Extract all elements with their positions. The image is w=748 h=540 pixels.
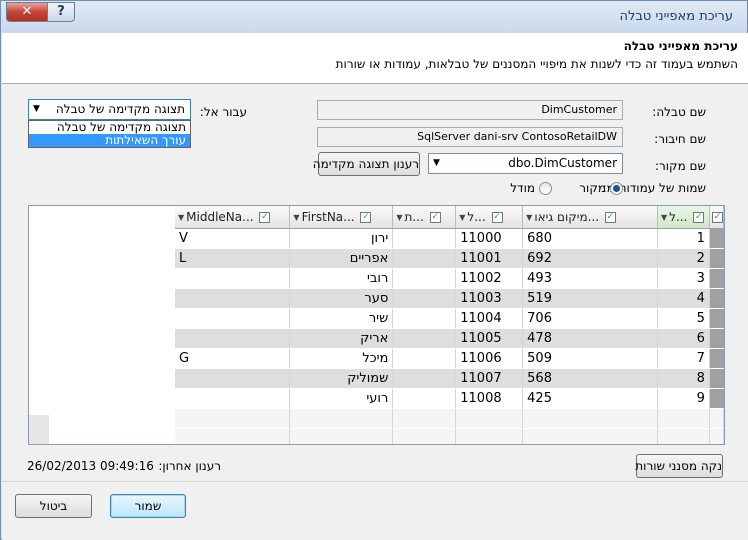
column-checkbox[interactable]: ✓ — [604, 211, 616, 223]
refresh-preview-button[interactable]: רענון תצוגה מקדימה — [313, 152, 420, 176]
close-icon[interactable]: ✕ — [6, 2, 48, 22]
column-checkbox[interactable]: ✓ — [360, 211, 372, 223]
source-name-value: dbo.DimCustomer — [508, 156, 617, 170]
switch-to-label: עבור אל: — [199, 105, 247, 119]
filter-dropdown-icon[interactable]: ▼ — [178, 213, 184, 222]
row-header[interactable] — [709, 288, 724, 309]
table-row[interactable]: סער 11003 519 4 — [175, 288, 724, 309]
table-name-label: שם טבלה: — [652, 105, 706, 119]
row-header[interactable] — [709, 348, 724, 369]
switch-to-value: תצוגה מקדימה של טבלה — [55, 102, 185, 116]
table-row[interactable]: V ירון 11000 680 1 — [175, 228, 724, 249]
filter-dropdown-icon[interactable]: ▼ — [526, 213, 532, 222]
last-refresh-value: 26/02/2013 09:49:16 — [27, 459, 154, 473]
select-all-checkbox[interactable]: ✓ — [711, 211, 723, 223]
table-row[interactable]: רועי 11008 425 9 — [175, 388, 724, 409]
filter-dropdown-icon[interactable]: ▼ — [459, 213, 465, 222]
connection-name-label: שם חיבור: — [654, 132, 706, 146]
filter-dropdown-icon[interactable]: ▼ — [293, 213, 299, 222]
table-name-field: DimCustomer — [317, 100, 623, 120]
column-checkbox[interactable]: ✓ — [429, 211, 441, 223]
table-row[interactable]: שמוליק 11007 568 8 — [175, 368, 724, 389]
filter-dropdown-icon[interactable]: ▼ — [396, 213, 402, 222]
table-row[interactable]: אריק 11005 478 6 — [175, 328, 724, 349]
table-row-empty — [175, 408, 724, 429]
help-icon[interactable]: ? — [47, 2, 75, 22]
source-name-dropdown[interactable]: dbo.DimCustomer ▼ — [428, 153, 623, 174]
page-title: עריכת מאפייני טבלה — [623, 39, 738, 53]
switch-to-options-list: תצוגה מקדימה של טבלה עורך השאילתות — [28, 120, 191, 148]
row-header[interactable] — [709, 388, 724, 409]
save-button[interactable]: שמור — [110, 494, 186, 518]
filter-dropdown-icon[interactable]: ▼ — [661, 213, 667, 222]
cancel-button[interactable]: ביטול — [15, 494, 92, 518]
column-header-t[interactable]: ▼ ת... ✓ — [392, 206, 457, 229]
radio-source[interactable] — [610, 182, 623, 195]
window-title: עריכת מאפייני טבלה — [619, 9, 733, 24]
edit-table-properties-window: עריכת מאפייני טבלה ✕ ? עריכת מאפייני טבל… — [0, 0, 748, 540]
page-description: השתמש בעמוד זה כדי לשנות את מיפויי המסננ… — [335, 57, 738, 71]
column-header-id[interactable]: ▼ ל... ✓ — [657, 206, 710, 229]
row-header[interactable] — [709, 268, 724, 289]
page-header: עריכת מאפייני טבלה השתמש בעמוד זה כדי לש… — [2, 33, 748, 83]
clear-row-filters-button[interactable]: נקה מסנני שורות — [635, 454, 723, 478]
column-header-firstname[interactable]: ▼ FirstNa... ✓ — [289, 206, 394, 229]
row-header[interactable] — [709, 248, 724, 269]
horizontal-scroll-stub — [29, 415, 49, 444]
source-name-label: שם מקור: — [654, 159, 706, 173]
column-header-middlename[interactable]: ▼ MiddleNa... ✓ — [175, 206, 291, 229]
preview-table: ▼ MiddleNa... ✓ ▼ FirstNa... ✓ ▼ ת... ✓ ▼ ל.… — [175, 206, 724, 444]
chevron-down-icon: ▼ — [433, 158, 440, 168]
table-header-row: ▼ MiddleNa... ✓ ▼ FirstNa... ✓ ▼ ת... ✓ ▼ ל.… — [175, 206, 724, 229]
column-checkbox[interactable]: ✓ — [491, 211, 503, 223]
table-preview-grid[interactable]: ▼ MiddleNa... ✓ ▼ FirstNa... ✓ ▼ ת... ✓ ▼ ל.… — [28, 205, 725, 445]
table-row-empty — [175, 428, 724, 444]
option-query-editor[interactable]: עורך השאילתות — [29, 134, 190, 147]
chevron-down-icon: ▼ — [33, 104, 40, 114]
radio-source-label: מקור — [579, 181, 606, 195]
column-header-key[interactable]: ▼ ל... ✓ — [455, 206, 524, 229]
connection-name-field: SqlServer dani-srv ContosoRetailDW — [317, 127, 623, 147]
row-header[interactable] — [709, 308, 724, 329]
row-header[interactable] — [709, 228, 724, 249]
row-header[interactable] — [709, 328, 724, 349]
row-header[interactable] — [709, 368, 724, 389]
title-bar: עריכת מאפייני טבלה ✕ ? — [1, 1, 747, 33]
table-row[interactable]: שיר 11004 706 5 — [175, 308, 724, 329]
table-row[interactable]: L אפריים 11001 692 2 — [175, 248, 724, 269]
table-row[interactable]: G מיכל 11006 509 7 — [175, 348, 724, 369]
select-all-checkbox-header[interactable]: ✓ — [709, 206, 724, 229]
radio-model[interactable] — [539, 182, 552, 195]
column-checkbox[interactable]: ✓ — [693, 211, 705, 223]
column-header-geo[interactable]: ▼ מיקום גיאו... ✓ — [522, 206, 658, 229]
last-refresh-label: רענון אחרון: — [158, 459, 221, 473]
radio-model-label: מודל — [510, 181, 535, 195]
table-row[interactable]: רובי 11002 493 3 — [175, 268, 724, 289]
switch-to-dropdown[interactable]: תצוגה מקדימה של טבלה ▼ — [28, 99, 191, 120]
column-checkbox[interactable]: ✓ — [259, 211, 271, 223]
